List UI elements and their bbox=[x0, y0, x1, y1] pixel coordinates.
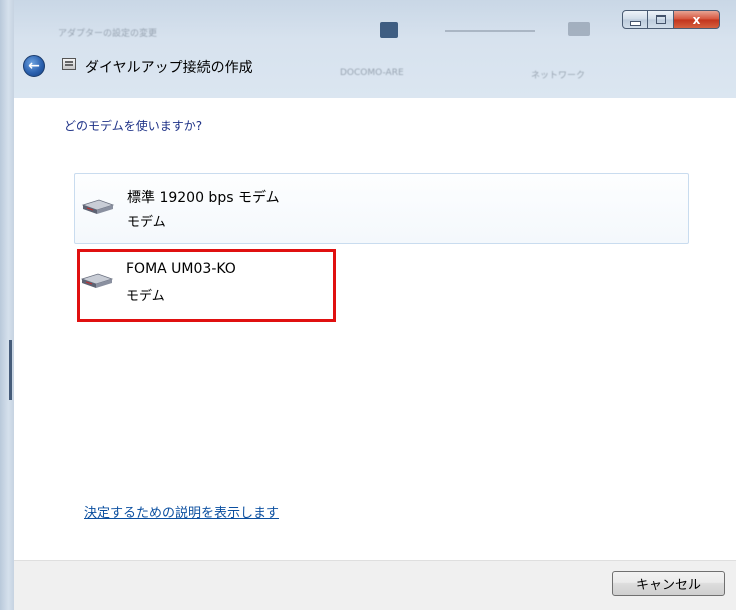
red-highlight-annotation bbox=[77, 249, 336, 322]
close-button[interactable]: x bbox=[674, 10, 720, 29]
background-divider bbox=[445, 30, 535, 32]
title-bar-glass: アダプターの設定の変更 DOCOMO-ARE ネットワーク x ← ダイヤルアッ… bbox=[0, 0, 736, 98]
background-window-text: ネットワーク bbox=[531, 71, 586, 81]
page-question: どのモデムを使いますか? bbox=[64, 119, 203, 133]
background-window-text: DOCOMO-ARE bbox=[340, 68, 404, 78]
window-frame-shadow bbox=[9, 340, 12, 400]
minimize-icon bbox=[629, 20, 641, 26]
maximize-button[interactable] bbox=[648, 10, 674, 29]
background-network-icon bbox=[380, 22, 398, 38]
back-arrow-icon: ← bbox=[28, 58, 40, 74]
modem-name: 標準 19200 bps モデム bbox=[127, 190, 280, 206]
back-button[interactable]: ← bbox=[23, 55, 45, 77]
help-link[interactable]: 決定するための説明を表示します bbox=[84, 502, 279, 521]
wizard-icon bbox=[62, 58, 76, 70]
cancel-button[interactable]: キャンセル bbox=[612, 571, 725, 596]
modem-list-item[interactable]: 標準 19200 bps モデム モデム bbox=[74, 173, 689, 244]
window-title: ダイヤルアップ接続の作成 bbox=[85, 60, 253, 76]
maximize-icon bbox=[655, 15, 666, 24]
caption-buttons: x bbox=[622, 10, 720, 29]
modem-icon bbox=[81, 199, 115, 214]
background-computer-icon bbox=[568, 22, 590, 36]
close-icon: x bbox=[692, 12, 701, 27]
modem-type: モデム bbox=[127, 215, 166, 230]
window-frame-left bbox=[0, 0, 14, 610]
wizard-content: どのモデムを使いますか? 標準 19200 bps モデム モデム FOMA U… bbox=[14, 98, 736, 560]
wizard-footer: キャンセル bbox=[14, 560, 736, 610]
background-window-text: アダプターの設定の変更 bbox=[58, 29, 158, 39]
minimize-button[interactable] bbox=[622, 10, 648, 29]
